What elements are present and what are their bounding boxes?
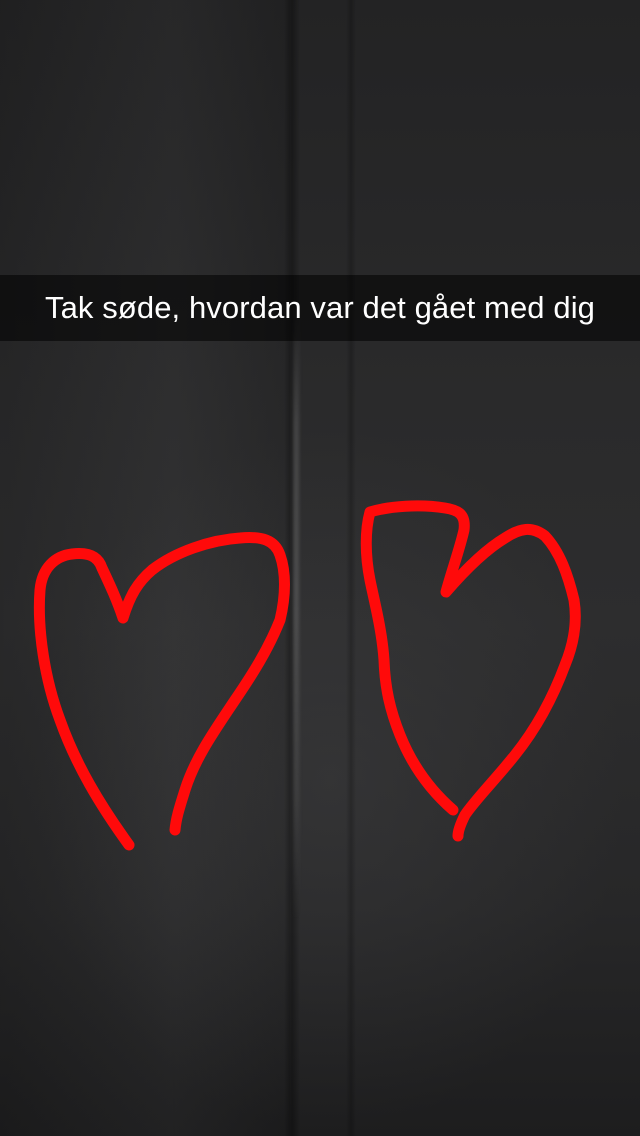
drawing-layer — [33, 500, 581, 851]
heart-right-drawing — [360, 500, 581, 842]
heart-left-drawing — [33, 532, 290, 851]
snap-photo[interactable]: Tak søde, hvordan var det gået med dig — [0, 0, 640, 1136]
